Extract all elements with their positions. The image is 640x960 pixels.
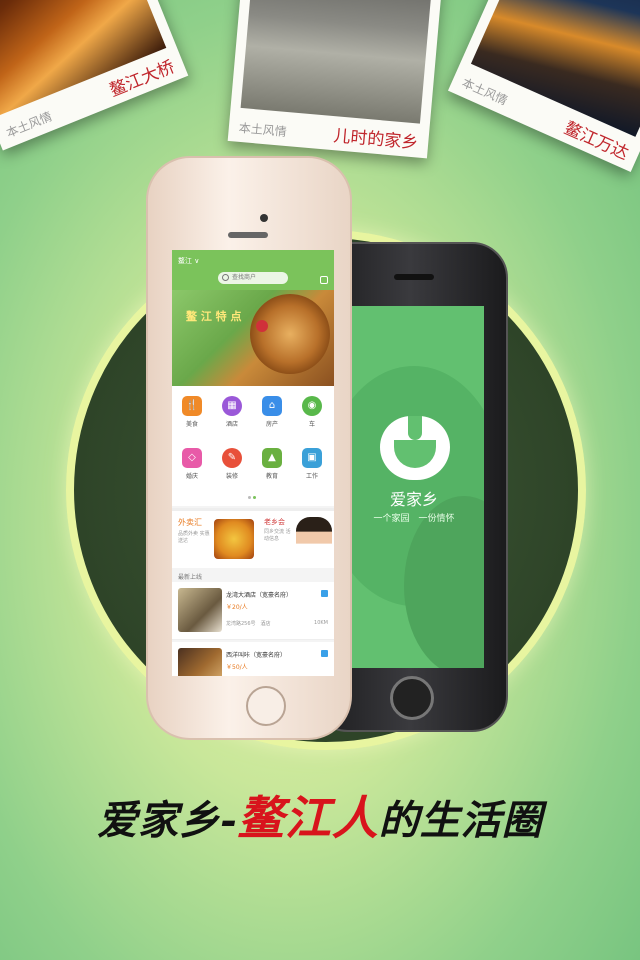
phone-speaker	[394, 274, 434, 280]
slogan-headline: 爱家乡-鳌江人的生活圈	[0, 782, 640, 848]
photo-card-bridge: 本土风情 鳌江大桥	[0, 0, 189, 151]
listing-row[interactable]: 龙湾大酒店（宽豪名府） ￥20/人 龙湾路256号 酒店 10KM	[172, 582, 334, 640]
category-wedding[interactable]: ◇ 婚庆	[172, 448, 212, 480]
photo-image	[470, 0, 640, 137]
food-icon: 🍴	[182, 396, 202, 416]
listing-price: ￥20/人	[226, 604, 248, 611]
category-label: 美食	[185, 421, 198, 428]
home-button[interactable]	[246, 686, 286, 726]
listing-thumbnail	[178, 588, 222, 632]
category-decoration[interactable]: ✎ 装修	[212, 448, 252, 480]
message-icon[interactable]	[320, 276, 328, 284]
category-label: 酒店	[225, 421, 238, 428]
graduation-cap-icon: ▲	[262, 448, 282, 468]
category-label: 教育	[265, 473, 278, 480]
page-indicator	[248, 494, 258, 501]
promo-banner[interactable]: 鳌 江 特 点	[172, 290, 334, 386]
banner-image	[250, 294, 330, 374]
listing-thumbnail	[178, 648, 222, 676]
listing-name: 龙湾大酒店（宽豪名府）	[226, 592, 293, 599]
city-selector[interactable]: 鳌江 ∨	[178, 256, 199, 266]
category-label: 装修	[225, 473, 238, 480]
splash-screen: 爱家乡 一个家园 一份情怀	[344, 306, 484, 668]
photo-image	[0, 0, 167, 116]
badge-icon	[321, 650, 328, 657]
promo-title-club[interactable]: 老乡会	[264, 517, 285, 527]
listing-name: 西洋叫咔（宽豪名府）	[226, 652, 287, 659]
search-placeholder: 查找商户	[232, 274, 257, 281]
hotel-icon: ▦	[222, 396, 242, 416]
listing-address: 龙湾路256号 酒店	[226, 621, 271, 627]
splash-app-name: 爱家乡	[389, 490, 438, 509]
search-icon	[222, 274, 229, 281]
food-image[interactable]	[214, 519, 254, 559]
category-car[interactable]: ◉ 车	[292, 396, 332, 428]
hammer-icon: ✎	[222, 448, 242, 468]
category-realestate[interactable]: ⌂ 房产	[252, 396, 292, 428]
app-logo-icon	[380, 416, 450, 480]
app-home-screen: 鳌江 ∨ 查找商户 鳌 江 特 点 🍴 美食 ▦ 酒店 ⌂ 房产 ◉ 车 ◇ 婚…	[172, 250, 334, 676]
banner-title: 鳌 江 特 点	[186, 310, 242, 323]
slogan-part-2: 鳌江人	[237, 791, 379, 845]
photo-card-hometown: 本土风情 儿时的家乡	[227, 0, 445, 159]
splash-slogan: 一个家园 一份情怀	[373, 514, 455, 524]
category-jobs[interactable]: ▣ 工作	[292, 448, 332, 480]
phone-home: 鳌江 ∨ 查找商户 鳌 江 特 点 🍴 美食 ▦ 酒店 ⌂ 房产 ◉ 车 ◇ 婚…	[146, 156, 352, 740]
promo-title-takeout[interactable]: 外卖汇	[178, 517, 202, 528]
app-top-bar: 鳌江 ∨ 查找商户	[172, 250, 334, 290]
photo-tag: 本土风情	[4, 109, 55, 141]
promo-subtitle: 品质外卖 实惠送达	[178, 531, 210, 544]
section-title: 最新上线	[178, 574, 203, 581]
house-icon: ⌂	[262, 396, 282, 416]
diamond-icon: ◇	[182, 448, 202, 468]
category-education[interactable]: ▲ 教育	[252, 448, 292, 480]
category-label: 车	[308, 421, 315, 428]
phone-camera	[260, 214, 268, 222]
slogan-part-3: 的生活圈	[378, 797, 543, 844]
photo-tag: 本土风情	[238, 120, 288, 139]
badge-icon	[321, 590, 328, 597]
photo-image	[240, 0, 434, 124]
listing-row[interactable]: 西洋叫咔（宽豪名府） ￥50/人	[172, 642, 334, 676]
photo-caption: 儿时的家乡	[332, 126, 420, 154]
promo-section: 外卖汇 品质外卖 实惠送达 老乡会 同乡交流 活动信息	[172, 508, 334, 568]
category-grid: 🍴 美食 ▦ 酒店 ⌂ 房产 ◉ 车 ◇ 婚庆 ✎ 装修 ▲ 教育 ▣ 工作	[172, 386, 334, 506]
category-hotel[interactable]: ▦ 酒店	[212, 396, 252, 428]
home-button[interactable]	[390, 676, 434, 720]
listing-price: ￥50/人	[226, 664, 248, 671]
car-icon: ◉	[302, 396, 322, 416]
category-food[interactable]: 🍴 美食	[172, 396, 212, 428]
banner-badge	[256, 320, 268, 332]
briefcase-icon: ▣	[302, 448, 322, 468]
slogan-part-1: 爱家乡-	[97, 797, 238, 844]
category-label: 婚庆	[185, 473, 198, 480]
photo-tag: 本土风情	[459, 75, 510, 108]
category-label: 房产	[265, 421, 278, 428]
listing-distance: 10KM	[314, 620, 328, 626]
phone-speaker	[228, 232, 268, 238]
person-image	[296, 517, 332, 565]
search-input[interactable]: 查找商户	[218, 272, 288, 284]
promo-subtitle: 同乡交流 活动信息	[264, 529, 291, 542]
photo-card-wanda: 本土风情 鳌江万达	[447, 0, 640, 173]
category-label: 工作	[305, 473, 318, 480]
